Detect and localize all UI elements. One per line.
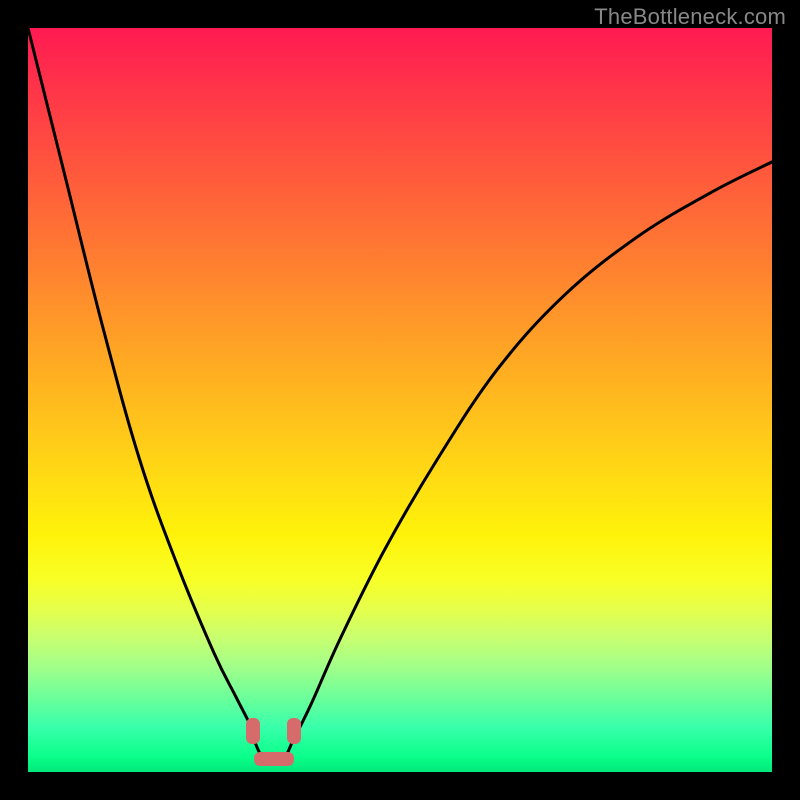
curve-layer <box>28 28 772 772</box>
curve-right-branch <box>292 162 772 742</box>
chart-frame: TheBottleneck.com <box>0 0 800 800</box>
plot-area <box>28 28 772 772</box>
watermark-text: TheBottleneck.com <box>594 4 786 30</box>
curve-valley-floor <box>255 742 292 761</box>
curve-left-branch <box>28 28 255 742</box>
